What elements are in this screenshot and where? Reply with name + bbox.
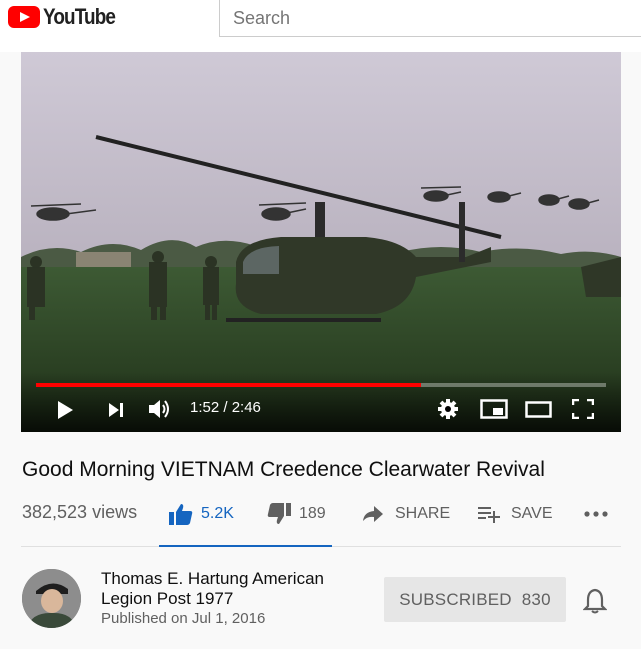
save-button[interactable]: SAVE	[478, 502, 553, 526]
playlist-add-icon	[478, 507, 500, 523]
dislike-button[interactable]: 189	[267, 502, 326, 526]
logo-text: YouTube	[43, 4, 116, 29]
view-count: 382,523 views	[22, 502, 138, 522]
fullscreen-icon	[572, 399, 594, 419]
youtube-logo-icon	[8, 6, 40, 28]
save-label: SAVE	[511, 505, 553, 522]
play-icon	[58, 401, 73, 419]
theater-button[interactable]	[525, 401, 552, 418]
theater-icon	[525, 401, 552, 418]
miniplayer-icon	[480, 399, 508, 419]
settings-button[interactable]	[437, 398, 459, 420]
avatar-image	[22, 569, 81, 628]
publish-date: Published on Jul 1, 2016	[101, 610, 266, 627]
next-button[interactable]	[107, 401, 125, 419]
masthead: YouTube	[0, 0, 641, 52]
play-button[interactable]	[55, 400, 75, 420]
video-title: Good Morning VIETNAM Creedence Clearwate…	[22, 458, 545, 481]
youtube-logo[interactable]: YouTube	[8, 4, 127, 30]
thumbs-up-icon	[169, 504, 193, 525]
channel-avatar[interactable]	[22, 569, 81, 628]
search-box[interactable]	[219, 0, 641, 37]
miniplayer-button[interactable]	[480, 399, 508, 419]
share-label: SHARE	[395, 505, 451, 522]
more-actions-button[interactable]	[584, 502, 608, 526]
dislike-count: 189	[299, 505, 326, 522]
watch-page: YouTube Search 1:52 / 2:46 Good Morning …	[0, 0, 641, 649]
like-button[interactable]: 5.2K	[169, 502, 234, 526]
next-icon	[109, 403, 123, 417]
video-player[interactable]: 1:52 / 2:46	[21, 52, 621, 432]
subscribe-label: SUBSCRIBED	[399, 589, 512, 609]
channel-name[interactable]: Thomas E. Hartung American Legion Post 1…	[101, 569, 361, 609]
more-icon	[584, 511, 608, 517]
mute-button[interactable]	[147, 397, 173, 421]
time-display: 1:52 / 2:46	[190, 399, 261, 416]
thumbs-down-icon	[267, 503, 291, 524]
progress-bar[interactable]	[36, 383, 606, 387]
progress-played	[36, 383, 421, 387]
sentiment-bar	[159, 545, 332, 547]
bell-icon	[582, 588, 608, 614]
share-icon	[363, 506, 383, 522]
like-count: 5.2K	[201, 505, 234, 522]
settings-icon	[438, 399, 458, 419]
subscribe-button[interactable]: SUBSCRIBED 830	[384, 577, 566, 622]
subscriber-count: 830	[521, 589, 551, 609]
volume-icon	[149, 400, 169, 418]
search-input[interactable]	[220, 0, 641, 36]
share-button[interactable]: SHARE	[362, 502, 450, 526]
notification-bell-button[interactable]	[582, 588, 608, 619]
fullscreen-button[interactable]	[572, 399, 594, 419]
